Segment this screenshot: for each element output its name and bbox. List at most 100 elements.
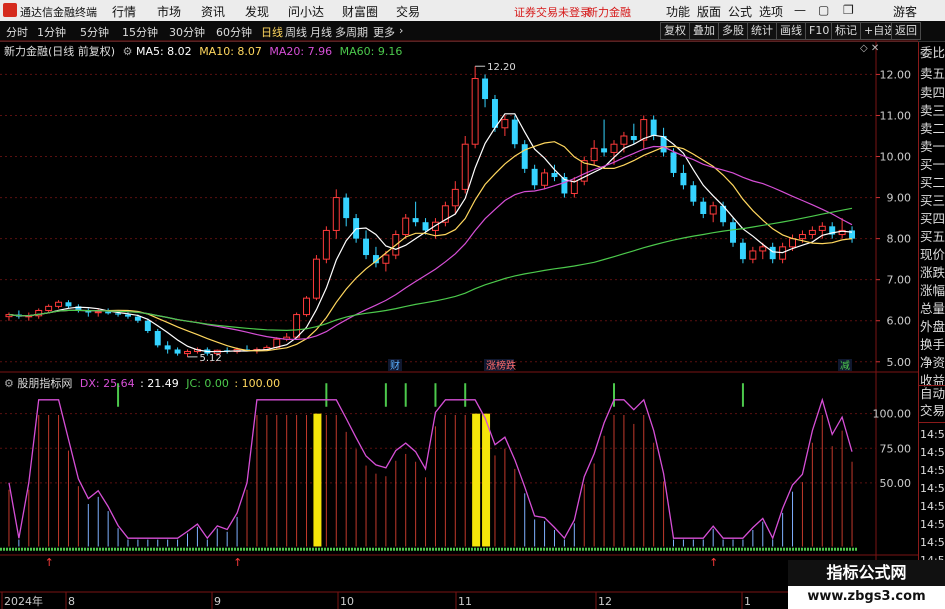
trade-time: 14:56 (920, 536, 945, 549)
indicator-tick-label: 75.00 (880, 442, 912, 455)
ma5-line (8, 113, 853, 353)
candle-body (590, 147, 598, 162)
indicator-title: 股朋指标网 (17, 377, 73, 390)
candle-body (322, 229, 330, 260)
month-label: 11 (458, 595, 472, 608)
indicator-settings-icon[interactable]: ⚙ (4, 377, 14, 390)
chart-options-icons[interactable]: ◇ ✕ (860, 43, 879, 54)
price-tick-label: 8.00 (887, 233, 912, 246)
panel-label: 委比 (920, 45, 945, 60)
buy-arrow-icon: ↑ (709, 556, 718, 569)
candle-body (541, 172, 549, 186)
panel-label: 卖三 (920, 103, 945, 118)
chart-labels: 12.20 5.12 财 涨榜跌 减 2024年 8 9 10 11 12 1 (1, 62, 852, 609)
candle-body (412, 218, 419, 223)
candle-body (620, 135, 628, 145)
price-tick-label: 7.00 (887, 274, 912, 287)
watermark-title: 指标公式网 (788, 560, 945, 586)
panel-label: 净资 (920, 355, 945, 370)
candle-body (154, 331, 161, 346)
watermark: 指标公式网 www.zbgs3.com (788, 560, 945, 609)
trade-time: 14:56 (920, 500, 945, 513)
indicator-group: 50.00 75.00 100.00 ↑ ↑ ↑ (0, 383, 911, 569)
candle-body (134, 316, 141, 321)
price-tick-label: 6.00 (887, 315, 912, 328)
panel-label: 买四 (920, 211, 945, 226)
buy-arrow-icon: ↑ (233, 556, 242, 569)
indicator-tick-label: 50.00 (880, 477, 912, 490)
panel-label: 外盘 (920, 319, 945, 334)
candle-body (630, 136, 637, 141)
candle-body (769, 246, 776, 260)
price-tick-label: 12.00 (880, 68, 912, 81)
price-tick-label: 10.00 (880, 151, 912, 164)
high-price-label: 12.20 (487, 62, 516, 73)
chart-area[interactable]: 50.00 75.00 100.00 ↑ ↑ ↑ 5.00 6.00 7.00 8.00 9.00… (0, 0, 918, 609)
candle-body (422, 222, 429, 231)
candle-body (610, 143, 618, 153)
candle-body (690, 185, 697, 202)
month-label: 1 (744, 595, 751, 608)
watermark-url: www.zbgs3.com (807, 589, 926, 604)
month-label: 9 (214, 595, 221, 608)
candle-body (640, 119, 648, 141)
panel-label: 卖五 (920, 66, 945, 81)
panel-label: 卖四 (920, 85, 945, 100)
month-label: 12 (598, 595, 612, 608)
candle-body (312, 258, 320, 299)
candle-body (363, 238, 370, 256)
event-marker: 财 (390, 359, 400, 372)
panel-label: 总量 (920, 301, 945, 316)
candle-body (551, 172, 558, 178)
candle-body (164, 345, 171, 350)
candle-body (531, 168, 538, 186)
auto-trade-button[interactable]: 自动 交易 (919, 385, 945, 423)
candle-body (511, 119, 518, 145)
trade-time: 14:56 (920, 446, 945, 459)
candle-body (709, 205, 717, 215)
event-marker: 减 (840, 360, 850, 372)
signal-bar-yellow (472, 413, 481, 547)
candle-body (759, 246, 767, 252)
candle-body (601, 148, 608, 153)
candle-body (789, 238, 797, 248)
candle-body (700, 201, 707, 214)
candle-body (482, 78, 489, 100)
candle-body (115, 313, 122, 315)
event-marker: 涨榜跌 (486, 359, 516, 372)
month-label: 8 (68, 595, 75, 608)
candle-body (402, 217, 410, 236)
level-legend: : 100.00 (234, 377, 281, 390)
signal-bar-yellow (482, 413, 491, 547)
trade-time: 14:56 (920, 464, 945, 477)
candle-body (332, 197, 340, 231)
ma10-legend: MA10: 8.07 (199, 45, 262, 58)
panel-label: 现价 (920, 247, 945, 262)
dx-line (8, 397, 853, 540)
panel-label: 换手 (920, 337, 945, 352)
candle-body (680, 172, 687, 186)
candle-body (343, 197, 350, 219)
candle-body (65, 302, 72, 307)
ma5-legend: MA5: 8.02 (135, 45, 192, 58)
panel-label: 涨跌 (920, 265, 945, 280)
candle-body (650, 119, 657, 136)
settings-gear-icon[interactable]: ⚙ (123, 45, 133, 58)
auto-trade-label: 交易 (920, 403, 945, 418)
candle-body (184, 351, 191, 355)
candle-body (55, 301, 63, 307)
candle-body (818, 225, 826, 231)
trade-time: 14:56 (920, 428, 945, 441)
price-tick-label: 11.00 (880, 109, 912, 122)
dx-legend: DX: 25.64 (79, 377, 135, 390)
trade-time: 14:56 (920, 482, 945, 495)
indicator-header: ⚙ 股朋指标网 DX: 25.64 : 21.49 JC: 0.00 : 100… (4, 375, 280, 391)
candle-body (451, 188, 459, 207)
price-tick-label: 9.00 (887, 192, 912, 205)
quote-panel: 委比 卖五 卖四 卖三 卖二 卖一 买一 买二 买三 买四 买五 现价 涨跌 涨… (918, 42, 945, 609)
candle-body (45, 305, 53, 311)
buy-arrow-icon: ↑ (45, 556, 54, 569)
ma20-line (8, 145, 853, 341)
candle-body (670, 152, 677, 173)
candle-body (303, 297, 310, 316)
